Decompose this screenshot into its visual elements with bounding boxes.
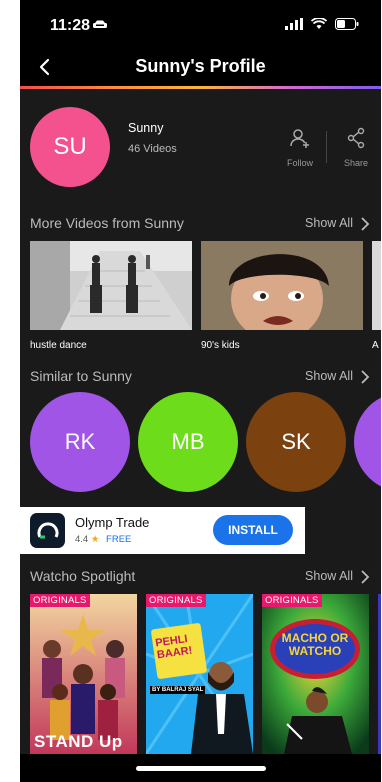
- more-videos-title: More Videos from Sunny: [30, 215, 184, 231]
- install-button[interactable]: INSTALL: [213, 515, 293, 545]
- pehli-baar-poster-image: [146, 594, 253, 754]
- chevron-right-icon[interactable]: [359, 570, 371, 584]
- spotlight-card[interactable]: ORIGINALS: [262, 594, 369, 754]
- creator-avatar[interactable]: SK: [246, 392, 346, 492]
- share-button[interactable]: Share: [336, 127, 376, 168]
- video-card[interactable]: 90's kids: [201, 241, 363, 351]
- poster-byline: BY BALRAJ SYAL: [150, 686, 206, 694]
- olymp-trade-logo-icon: [30, 513, 65, 548]
- car-icon: [93, 20, 107, 28]
- ad-banner[interactable]: Olymp Trade 4.4 ★ FREE INSTALL: [20, 507, 305, 554]
- follow-icon: [290, 129, 309, 148]
- status-bar: 11:28: [20, 0, 381, 50]
- profile-content[interactable]: SU Sunny 46 Videos Follow Share More Vid…: [20, 89, 381, 754]
- macho-or-watcho-poster-image: [262, 594, 369, 754]
- share-label: Share: [343, 158, 369, 168]
- similar-title: Similar to Sunny: [30, 368, 132, 384]
- page-title: Sunny's Profile: [135, 56, 266, 76]
- kid-face-image: [201, 241, 363, 330]
- stand-up-poster-image: [30, 594, 137, 754]
- similar-show-all[interactable]: Show All: [305, 369, 353, 383]
- spotlight-card[interactable]: ORIGINALS: [146, 594, 253, 754]
- poster-title-text: STAND Up: [34, 732, 123, 751]
- more-videos-row[interactable]: hustle dance 90's kids A: [30, 241, 381, 363]
- video-thumbnail[interactable]: [372, 241, 381, 330]
- similar-creators-row[interactable]: RK MB SK: [30, 392, 381, 492]
- home-indicator-bar: [20, 754, 381, 782]
- spotlight-row[interactable]: ORIGINALS STAND Up ORIGINALS PEHLI BAAR!…: [30, 594, 381, 754]
- video-thumbnail[interactable]: [30, 241, 192, 330]
- phone-screen: 11:28 Sunny's Profile SU Sunny 46 Videos…: [20, 0, 381, 782]
- profile-avatar: SU: [30, 107, 110, 187]
- app-bar: Sunny's Profile: [20, 50, 381, 86]
- spotlight-card[interactable]: [378, 594, 381, 754]
- follow-label: Follow: [286, 158, 313, 168]
- battery-icon: [335, 18, 359, 30]
- action-divider: [326, 131, 327, 163]
- creator-avatar[interactable]: [354, 392, 381, 492]
- home-indicator[interactable]: [136, 766, 266, 771]
- chevron-right-icon[interactable]: [359, 370, 371, 384]
- signal-icon: [285, 18, 303, 30]
- more-videos-show-all[interactable]: Show All: [305, 216, 353, 230]
- more-videos-header: More Videos from Sunny Show All: [30, 215, 371, 235]
- creator-avatar[interactable]: RK: [30, 392, 130, 492]
- poster-title-text: MACHO OR WATCHO: [281, 631, 349, 659]
- video-card[interactable]: A: [372, 241, 381, 351]
- video-card[interactable]: hustle dance: [30, 241, 192, 351]
- profile-video-count: 46 Videos: [128, 143, 177, 155]
- video-title: A: [372, 340, 379, 351]
- spotlight-title: Watcho Spotlight: [30, 568, 136, 584]
- share-icon: [347, 127, 365, 149]
- status-right: [285, 18, 359, 30]
- ad-rating-value: 4.4: [75, 534, 89, 545]
- originals-badge: ORIGINALS: [262, 594, 322, 607]
- video-title: 90's kids: [201, 340, 240, 351]
- profile-header: SU Sunny 46 Videos Follow Share: [20, 89, 381, 201]
- star-icon: ★: [90, 534, 100, 545]
- ad-price: FREE: [106, 534, 132, 545]
- follow-button[interactable]: Follow: [280, 127, 320, 168]
- profile-name: Sunny: [128, 121, 164, 135]
- ad-app-name: Olymp Trade: [75, 515, 150, 530]
- creator-avatar[interactable]: MB: [138, 392, 238, 492]
- similar-header: Similar to Sunny Show All: [30, 368, 371, 388]
- video-thumbnail[interactable]: [201, 241, 363, 330]
- video-title: hustle dance: [30, 340, 87, 351]
- wifi-icon: [311, 18, 327, 29]
- ad-rating: 4.4 ★ FREE: [75, 534, 131, 545]
- spotlight-card[interactable]: ORIGINALS: [30, 594, 137, 754]
- originals-badge: ORIGINALS: [146, 594, 206, 607]
- spotlight-show-all[interactable]: Show All: [305, 569, 353, 583]
- spotlight-header: Watcho Spotlight Show All: [30, 568, 371, 588]
- chevron-right-icon[interactable]: [359, 217, 371, 231]
- status-time: 11:28: [50, 17, 91, 34]
- originals-badge: ORIGINALS: [30, 594, 90, 607]
- dance-scene-image: [30, 241, 192, 330]
